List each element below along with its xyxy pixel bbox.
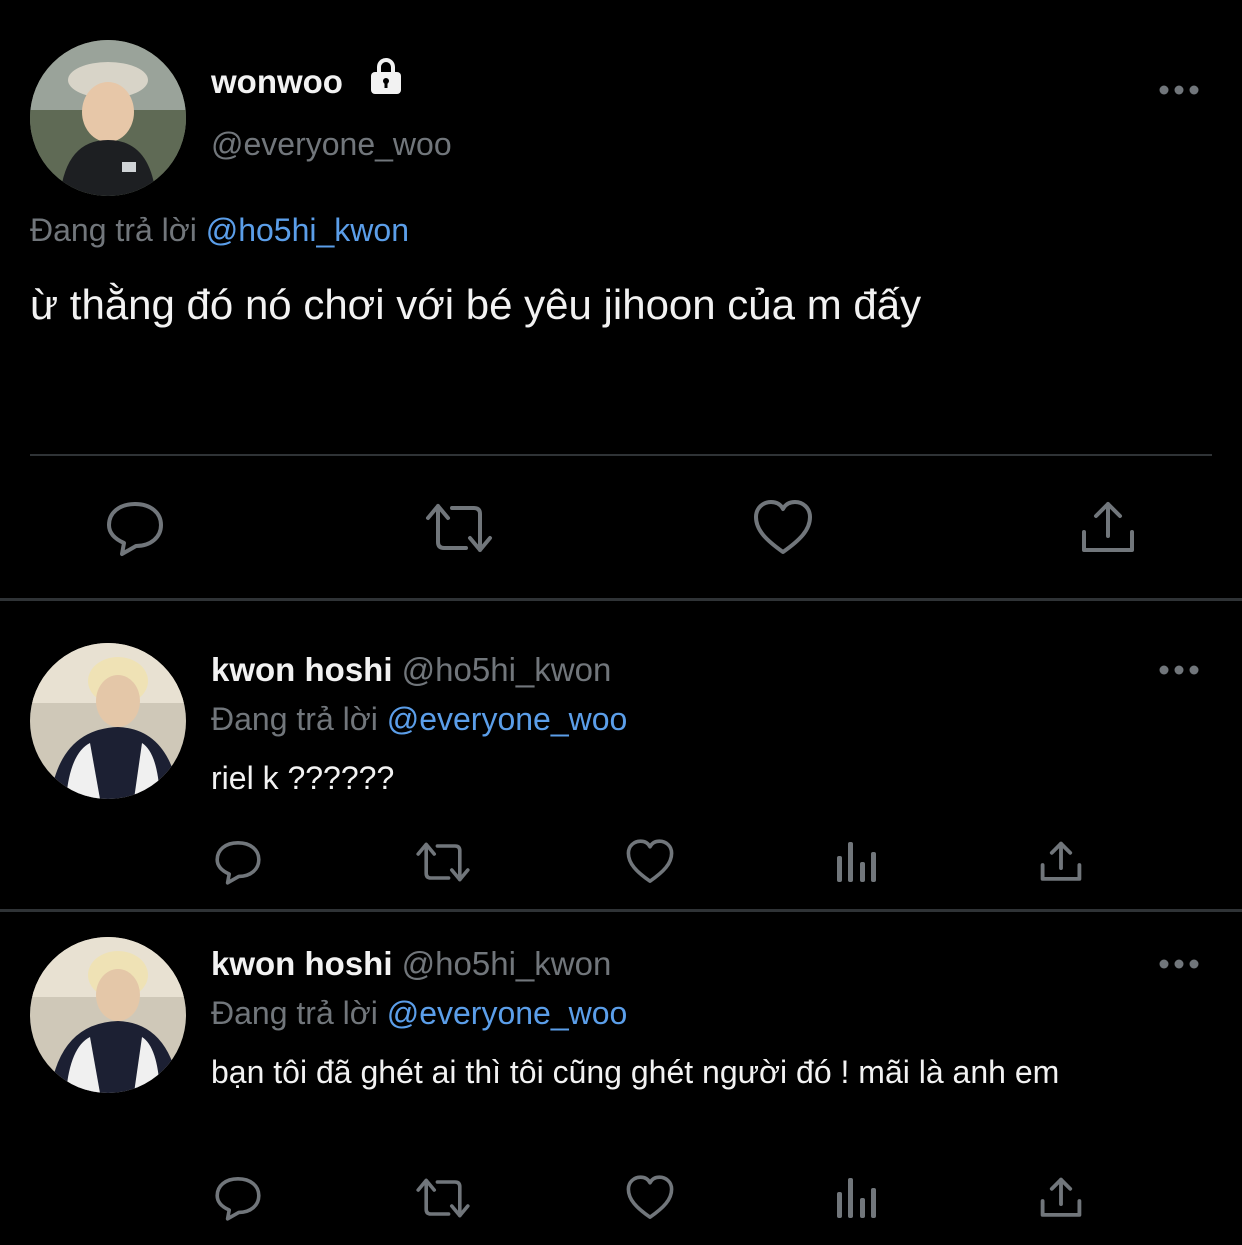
share-icon[interactable]: [1078, 498, 1138, 558]
reply-header: kwon hoshi @ho5hi_kwon: [211, 650, 611, 690]
reply-header: kwon hoshi @ho5hi_kwon: [211, 944, 611, 984]
more-options-icon[interactable]: [1158, 954, 1200, 979]
retweet-icon[interactable]: [414, 1174, 472, 1222]
avatar[interactable]: [30, 643, 186, 799]
like-icon[interactable]: [625, 838, 675, 886]
analytics-icon[interactable]: [834, 838, 880, 886]
tweet-text: bạn tôi đã ghét ai thì tôi cũng ghét ngư…: [211, 1054, 1060, 1090]
replying-to-link[interactable]: @ho5hi_kwon: [206, 212, 409, 248]
like-icon[interactable]: [752, 498, 814, 558]
replying-to-link[interactable]: @everyone_woo: [387, 995, 628, 1031]
replying-label: Đang trả lời: [30, 212, 197, 248]
retweet-icon[interactable]: [424, 498, 494, 558]
display-name[interactable]: kwon hoshi: [211, 651, 393, 688]
lock-icon: [366, 56, 406, 96]
like-icon[interactable]: [625, 1174, 675, 1222]
replying-to: Đang trả lời @everyone_woo: [211, 699, 627, 739]
replying-label: Đang trả lời: [211, 995, 378, 1031]
replying-to: Đang trả lời @ho5hi_kwon: [30, 210, 409, 250]
avatar[interactable]: [30, 937, 186, 1093]
action-divider: [30, 454, 1212, 456]
more-options-icon[interactable]: [1158, 80, 1200, 105]
handle[interactable]: @ho5hi_kwon: [402, 651, 612, 688]
share-icon[interactable]: [1038, 838, 1084, 886]
share-icon[interactable]: [1038, 1174, 1084, 1222]
tweet-divider: [0, 598, 1242, 601]
analytics-icon[interactable]: [834, 1174, 880, 1222]
replying-to: Đang trả lời @everyone_woo: [211, 993, 627, 1033]
reply-icon[interactable]: [214, 1174, 262, 1222]
reply-icon[interactable]: [214, 838, 262, 886]
avatar[interactable]: [30, 40, 186, 196]
handle[interactable]: @everyone_woo: [211, 124, 452, 164]
tweet-text: riel k ??????: [211, 760, 395, 796]
replying-label: Đang trả lời: [211, 701, 378, 737]
tweet-divider: [0, 909, 1242, 912]
retweet-icon[interactable]: [414, 838, 472, 886]
more-options-icon[interactable]: [1158, 660, 1200, 685]
display-name[interactable]: kwon hoshi: [211, 945, 393, 982]
display-name[interactable]: wonwoo: [211, 62, 343, 102]
reply-icon[interactable]: [105, 498, 165, 558]
handle[interactable]: @ho5hi_kwon: [402, 945, 612, 982]
replying-to-link[interactable]: @everyone_woo: [387, 701, 628, 737]
tweet-text: ừ thằng đó nó chơi với bé yêu jihoon của…: [30, 281, 922, 328]
